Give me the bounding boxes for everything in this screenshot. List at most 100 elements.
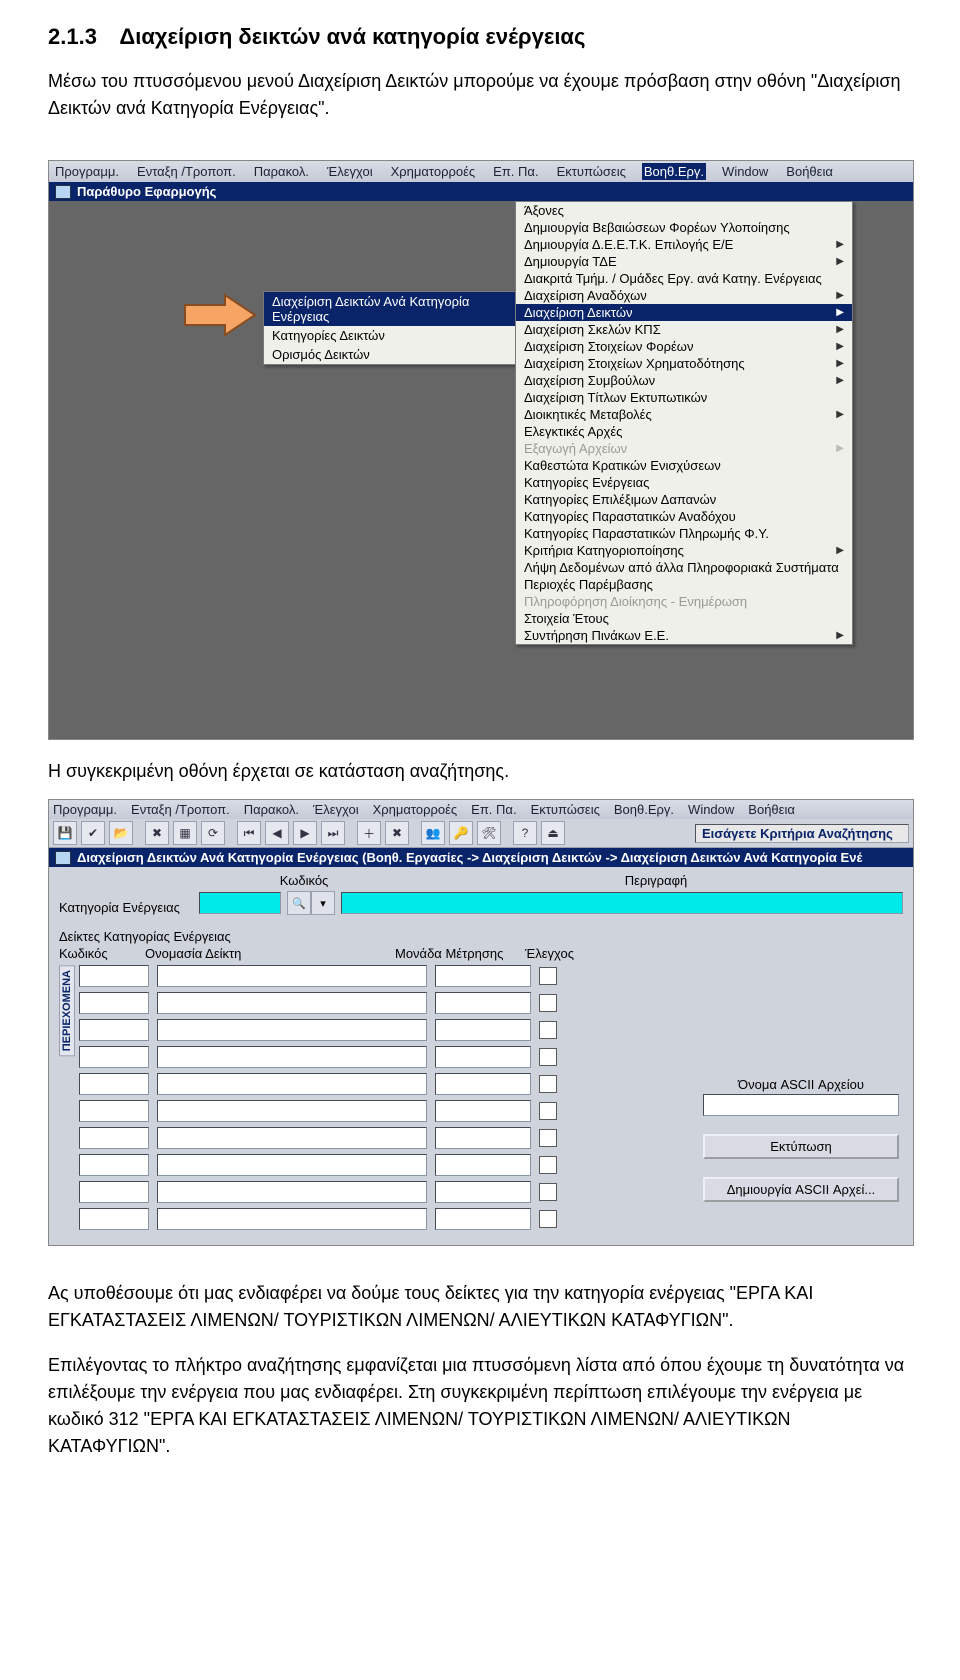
toolbar-save-icon[interactable]: 💾 [53,821,77,845]
mainmenu-item[interactable]: Διαχείριση Συμβούλων▶ [516,372,852,389]
mainmenu-item[interactable]: Διαχείριση Σκελών ΚΠΣ▶ [516,321,852,338]
menu2-xrimatorroes[interactable]: Χρηματορροές [373,802,458,817]
list-button-icon[interactable]: ▾ [311,891,335,915]
mainmenu-item-label: Διαχείριση Στοιχείων Φορέων [524,339,693,354]
menu2-parakol[interactable]: Παρακολ. [244,802,299,817]
submenu-item-orismos[interactable]: Ορισμός Δεικτών [264,345,516,364]
table-row [79,1208,903,1230]
menu2-entaxi[interactable]: Ενταξη /Τροποπ. [131,802,230,817]
mainmenu-item-label: Δημιουργία Δ.Ε.Ε.Τ.Κ. Επιλογής Ε/Ε [524,237,733,252]
screenshot-1: Προγραμμ. Ενταξη /Τροποπ. Παρακολ. Έλεγχ… [48,160,914,740]
window-title: Παράθυρο Εφαρμογής [49,182,913,201]
mainmenu-item[interactable]: Λήψη Δεδομένων από άλλα Πληροφοριακά Συσ… [516,559,852,576]
create-ascii-button[interactable]: Δημιουργία ASCII Αρχεί... [703,1177,899,1202]
mainmenu-item[interactable]: Κατηγορίες Παραστατικών Πληρωμής Φ.Υ. [516,525,852,542]
mainmenu-item[interactable]: Κατηγορίες Παραστατικών Αναδόχου [516,508,852,525]
submenu-item-ana-katigoria[interactable]: Διαχείριση Δεικτών Ανά Κατηγορία Ενέργει… [264,292,516,326]
input-kodikos[interactable] [199,892,281,914]
mainmenu-item[interactable]: Διαχείριση Αναδόχων▶ [516,287,852,304]
table-row [79,965,903,987]
print-button[interactable]: Εκτύπωση [703,1134,899,1159]
menu2-window[interactable]: Window [688,802,734,817]
menu2-voitheia[interactable]: Βοήθεια [748,802,795,817]
toolbar-table-icon[interactable]: ▦ [173,821,197,845]
label-deiktes: Δείκτες Κατηγορίας Ενέργειας [59,929,903,944]
side-panel-tab[interactable]: ΠΕΡΙΕΧΟΜΕΝΑ [59,965,75,1056]
mainmenu-item[interactable]: Διακριτά Τμήμ. / Ομάδες Εργ. ανά Κατηγ. … [516,270,852,287]
input-perigrafi[interactable] [341,892,903,914]
menu2-ektypwseis[interactable]: Εκτυπώσεις [531,802,600,817]
mainmenu-item[interactable]: Κατηγορίες Ενέργειας [516,474,852,491]
col-elegxos: Έλεγχος [525,946,615,961]
mainmenu-item[interactable]: Ελεγκτικές Αρχές [516,423,852,440]
mainmenu-item-label: Διοικητικές Μεταβολές [524,407,652,422]
mainmenu-item[interactable]: Διοικητικές Μεταβολές▶ [516,406,852,423]
menu-elegxoi[interactable]: Έλεγχοι [325,163,375,180]
label-ascii: Όνομα ASCII Αρχείου [703,1077,899,1092]
mainmenu-item[interactable]: Δημιουργία Δ.Ε.Ε.Τ.Κ. Επιλογής Ε/Ε ▶ [516,236,852,253]
submenu-arrow-icon: ▶ [836,443,844,454]
menubar-2: Προγραμμ. Ενταξη /Τροποπ. Παρακολ. Έλεγχ… [49,800,913,819]
mainmenu-item-label: Κατηγορίες Επιλέξιμων Δαπανών [524,492,716,507]
mainmenu-item[interactable]: Δημιουργία Βεβαιώσεων Φορέων Υλοποίησης [516,219,852,236]
toolbar-next-icon[interactable]: ▶ [293,821,317,845]
menu2-programm[interactable]: Προγραμμ. [53,802,117,817]
menu-voitherg[interactable]: Βοηθ.Εργ. [642,163,706,180]
menu-entaxi[interactable]: Ενταξη /Τροποπ. [135,163,238,180]
mainmenu-item[interactable]: Άξονες [516,202,852,219]
toolbar-first-icon[interactable]: ⏮ [237,821,261,845]
toolbar-remove-icon[interactable]: ✖ [385,821,409,845]
mainmenu-item[interactable]: Διαχείριση Στοιχείων Χρηματοδότησης▶ [516,355,852,372]
menu-parakol[interactable]: Παρακολ. [252,163,311,180]
form-window-title: Διαχείριση Δεικτών Ανά Κατηγορία Ενέργει… [49,848,913,867]
toolbar-prev-icon[interactable]: ◀ [265,821,289,845]
mainmenu-item-label: Ελεγκτικές Αρχές [524,424,622,439]
menu-ektypwseis[interactable]: Εκτυπώσεις [555,163,628,180]
input-ascii-filename[interactable] [703,1094,899,1116]
submenu-arrow-icon: ▶ [836,545,844,556]
mainmenu-item[interactable]: Κριτήρια Κατηγοριοποίησης▶ [516,542,852,559]
mainmenu-item[interactable]: Περιοχές Παρέμβασης [516,576,852,593]
mainmenu-item[interactable]: Διαχείριση Τίτλων Εκτυπωτικών [516,389,852,406]
toolbar-add-icon[interactable]: ＋ [357,821,381,845]
mainmenu-item[interactable]: Κατηγορίες Επιλέξιμων Δαπανών [516,491,852,508]
form-window-title-text: Διαχείριση Δεικτών Ανά Κατηγορία Ενέργει… [77,850,862,865]
toolbar-open-icon[interactable]: 📂 [109,821,133,845]
mainmenu-item[interactable]: Καθεστώτα Κρατικών Ενισχύσεων [516,457,852,474]
lookup-button-icon[interactable]: 🔍 [287,891,311,915]
menu-xrimatorroes[interactable]: Χρηματορροές [389,163,478,180]
toolbar-delete-icon[interactable]: ✖ [145,821,169,845]
menu2-eppa[interactable]: Επ. Πα. [471,802,516,817]
menu-voitheia[interactable]: Βοήθεια [784,163,835,180]
cell-kodikos[interactable] [79,965,149,987]
toolbar-refresh-icon[interactable]: ⟳ [201,821,225,845]
submenu-arrow-icon: ▶ [836,239,844,250]
toolbar-exit-icon[interactable]: ⏏ [541,821,565,845]
search-banner: Εισάγετε Κριτήρια Αναζήτησης [695,824,909,843]
toolbar-key-icon[interactable]: 🔑 [449,821,473,845]
toolbar-users-icon[interactable]: 👥 [421,821,445,845]
mainmenu-item[interactable]: Δημιουργία ΤΔΕ▶ [516,253,852,270]
menu-eppa[interactable]: Επ. Πα. [491,163,540,180]
toolbar-tool-icon[interactable]: 🛠 [477,821,501,845]
cell-monada[interactable] [435,965,531,987]
submenu-item-katigories[interactable]: Κατηγορίες Δεικτών [264,326,516,345]
cell-elegxos-checkbox[interactable] [539,967,557,985]
menu-programm[interactable]: Προγραμμ. [53,163,121,180]
menu-window[interactable]: Window [720,163,770,180]
menu2-voitherg[interactable]: Βοηθ.Εργ. [614,802,674,817]
submenu-arrow-icon: ▶ [836,341,844,352]
cell-onomasia[interactable] [157,965,427,987]
submenu-diaxeirisi-deiktwn: Διαχείριση Δεικτών Ανά Κατηγορία Ενέργει… [263,291,517,365]
mainmenu-item[interactable]: Συντήρηση Πινάκων Ε.Ε.▶ [516,627,852,644]
label-perigrafi: Περιγραφή [409,873,903,888]
menu2-elegxoi[interactable]: Έλεγχοι [313,802,359,817]
toolbar-last-icon[interactable]: ⏭ [321,821,345,845]
mainmenu-item[interactable]: Διαχείριση Δεικτών▶ [516,304,852,321]
mainmenu-item[interactable]: Διαχείριση Στοιχείων Φορέων ▶ [516,338,852,355]
ascii-block: Όνομα ASCII Αρχείου Εκτύπωση Δημιουργία … [703,1077,899,1202]
toolbar-help-icon[interactable]: ? [513,821,537,845]
submenu-arrow-icon: ▶ [836,375,844,386]
toolbar-check-icon[interactable]: ✔ [81,821,105,845]
mainmenu-item[interactable]: Στοιχεία Έτους [516,610,852,627]
